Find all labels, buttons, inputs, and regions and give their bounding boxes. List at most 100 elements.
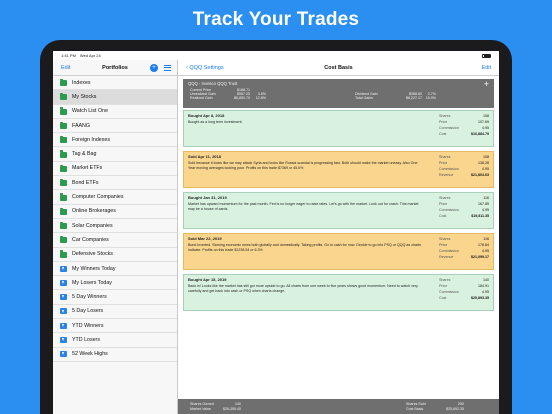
summary-title: QQQ - Invesco QQQ Trust bbox=[188, 81, 238, 86]
total-value: $21,099.17 bbox=[471, 255, 489, 260]
cost-basis-panel: ‹ QQQ Settings Cost Basis Edit QQQ - Inv… bbox=[178, 60, 499, 414]
sidebar-item[interactable]: Market ETFs bbox=[53, 162, 177, 177]
shares-label: Shares bbox=[439, 237, 451, 242]
sidebar-item[interactable]: Watch List One bbox=[53, 105, 177, 119]
price-label: Price bbox=[439, 202, 448, 207]
sidebar-item[interactable]: 5 Day Winners bbox=[53, 290, 177, 305]
buy-trade-card[interactable]: Bought Jan 31, 2019 Market has upward mom… bbox=[183, 192, 494, 229]
filter-icon bbox=[60, 279, 67, 286]
sidebar-item[interactable]: Foreign Indexes bbox=[53, 133, 177, 148]
sidebar-item-label: YTD Losers bbox=[72, 336, 100, 343]
total-value: $21,804.63 bbox=[471, 173, 489, 178]
trade-note: Bought as a long term investment. bbox=[188, 120, 243, 124]
add-portfolio-button[interactable]: + bbox=[150, 64, 158, 72]
sidebar-item[interactable]: Defensive Stocks bbox=[53, 248, 177, 262]
sidebar-item-label: Indexes bbox=[72, 79, 91, 86]
sidebar-item[interactable]: Car Companies bbox=[53, 233, 177, 248]
summary-rows: Current Price $188.71 Unrealized Gain $987.… bbox=[188, 88, 489, 101]
sidebar-item-label: Watch List One bbox=[72, 108, 109, 115]
commission-value: 4.95 bbox=[482, 208, 489, 213]
total-value: $25,893.35 bbox=[471, 296, 489, 301]
price-label: Price bbox=[439, 161, 448, 166]
sidebar-item[interactable]: Solar Companies bbox=[53, 219, 177, 234]
folder-icon bbox=[60, 207, 67, 215]
sidebar-item[interactable]: Online Brokerages bbox=[53, 205, 177, 219]
sidebar-item[interactable]: My Losers Today bbox=[53, 276, 177, 291]
trade-values: Shares 158 Price 138.28 Commission 4.95 Revenu… bbox=[439, 154, 489, 178]
sidebar-item[interactable]: Computer Companies bbox=[53, 190, 177, 205]
folder-icon bbox=[60, 136, 67, 144]
shares-value: 116 bbox=[483, 237, 489, 242]
summary-panel: QQQ - Invesco QQQ Trust + Current Price $… bbox=[183, 79, 494, 108]
commission-label: Commission bbox=[439, 126, 459, 131]
total-label: Cost bbox=[439, 214, 447, 219]
sidebar-item[interactable]: YTD Losers bbox=[53, 333, 177, 348]
sidebar-edit-button[interactable]: Edit bbox=[61, 65, 70, 71]
shares-label: Shares bbox=[439, 155, 451, 160]
sidebar-item[interactable]: My Winners Today bbox=[53, 262, 177, 277]
summary-percent: 15.9% bbox=[425, 95, 436, 100]
trade-note: Bond inverted. Slowing economic news bot… bbox=[188, 243, 421, 252]
commission-value: 4.95 bbox=[482, 167, 489, 172]
sidebar-item[interactable]: 5 Day Losers bbox=[53, 305, 177, 320]
sidebar-item-label: 5 Day Losers bbox=[72, 308, 104, 315]
folder-icon bbox=[60, 121, 67, 130]
sidebar-item-label: 5 Day Winners bbox=[72, 294, 107, 301]
sidebar-item-label: Online Brokerages bbox=[72, 208, 116, 215]
footer-label: Cost Basis bbox=[406, 406, 424, 411]
filter-icon bbox=[60, 308, 67, 315]
trade-values: Shares 158 Price 107.69 Commission 4.95 Cost $1… bbox=[439, 113, 489, 137]
sidebar-item-label: Defensive Stocks bbox=[72, 251, 113, 258]
buy-trade-card[interactable]: Bought Apr 15, 2019 Back in! Looks like t… bbox=[183, 274, 494, 311]
folder-icon bbox=[60, 221, 67, 230]
list-menu-icon[interactable] bbox=[164, 65, 171, 71]
detail-edit-button[interactable]: Edit bbox=[482, 65, 491, 71]
status-time: 1:41 PM bbox=[61, 53, 76, 58]
total-label: Cost bbox=[439, 296, 447, 301]
folder-icon bbox=[60, 236, 67, 244]
sidebar-item-label: Market ETFs bbox=[72, 165, 103, 172]
sidebar-item-label: Computer Companies bbox=[72, 194, 124, 201]
sell-trade-card[interactable]: Sold Apr 11, 2018 Sold because it looks l… bbox=[183, 151, 494, 188]
price-label: Price bbox=[439, 120, 448, 125]
price-value: 138.28 bbox=[478, 161, 489, 166]
status-bar: 1:41 PM Wed Apr 24 bbox=[53, 51, 499, 60]
sidebar-item[interactable]: 52 Week Highs bbox=[53, 348, 177, 362]
back-button[interactable]: ‹ QQQ Settings bbox=[186, 65, 224, 71]
folder-icon bbox=[60, 93, 67, 101]
sidebar-item[interactable]: YTD Winners bbox=[53, 319, 177, 334]
commission-value: 4.95 bbox=[482, 290, 489, 295]
sidebar-item[interactable]: Tag & Bag bbox=[53, 147, 177, 162]
folder-icon bbox=[60, 178, 67, 187]
filter-icon bbox=[60, 265, 67, 272]
summary-label: Realized Gain bbox=[190, 95, 213, 100]
sidebar-item[interactable]: Indexes bbox=[53, 76, 177, 91]
footer-row: Market Value $26,359.40 Cost Basis $25,692.… bbox=[190, 406, 487, 411]
folder-icon bbox=[60, 250, 67, 258]
add-trade-button[interactable]: + bbox=[484, 79, 489, 89]
sidebar-item[interactable]: My Stocks bbox=[53, 90, 177, 105]
price-value: 107.69 bbox=[478, 120, 489, 125]
price-label: Price bbox=[439, 284, 448, 289]
commission-label: Commission bbox=[439, 208, 459, 213]
summary-percent: 12.8% bbox=[255, 95, 266, 100]
promo-headline: Track Your Trades bbox=[192, 9, 360, 30]
buy-trade-card[interactable]: Bought Apr 8, 2018 Bought as a long term … bbox=[183, 110, 494, 147]
sidebar-item-label: Foreign Indexes bbox=[72, 136, 110, 143]
trade-note: Sold because it looks like we may attack… bbox=[188, 161, 418, 170]
summary-label: Total Gains bbox=[355, 95, 373, 100]
sidebar-item[interactable]: Bond ETFs bbox=[53, 176, 177, 191]
commission-label: Commission bbox=[439, 167, 459, 172]
footer-value: $25,692.35 bbox=[446, 406, 464, 411]
folder-icon bbox=[60, 107, 67, 115]
sidebar-item[interactable]: FAANG bbox=[53, 119, 177, 134]
commission-label: Commission bbox=[439, 290, 459, 295]
portfolio-list: Indexes My Stocks Watch List One FAANG Forei… bbox=[53, 76, 177, 362]
shares-value: 140 bbox=[483, 278, 489, 283]
trade-list: Bought Apr 8, 2018 Bought as a long term … bbox=[183, 110, 494, 311]
folder-icon bbox=[60, 164, 67, 172]
filter-icon bbox=[60, 322, 67, 329]
sidebar-item-label: FAANG bbox=[72, 122, 90, 129]
footer-label: Shares Owned bbox=[190, 401, 214, 406]
sell-trade-card[interactable]: Sold Mar 22, 2019 Bond inverted. Slowing … bbox=[183, 233, 494, 270]
